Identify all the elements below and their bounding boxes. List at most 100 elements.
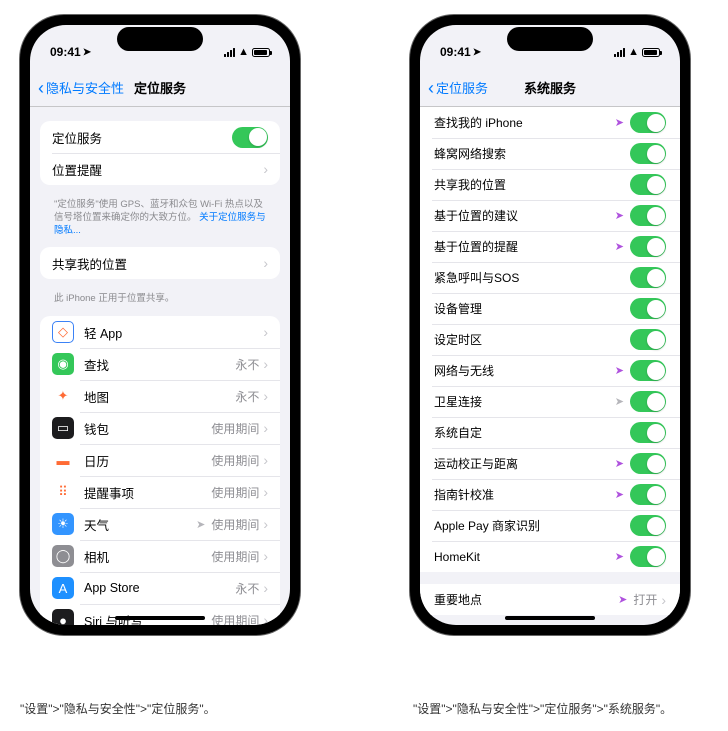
row-label: 设定时区 xyxy=(434,331,630,348)
row-label: 紧急呼叫与SOS xyxy=(434,269,630,286)
chevron-right-icon: › xyxy=(263,324,268,340)
row-label: HomeKit xyxy=(434,550,615,564)
home-indicator[interactable] xyxy=(505,616,595,620)
row-system-service[interactable]: 设定时区 xyxy=(420,324,680,355)
row-system-service[interactable]: 基于位置的建议➤ xyxy=(420,200,680,231)
location-arrow-icon: ➤ xyxy=(196,518,205,531)
row-system-service[interactable]: 查找我的 iPhone➤ xyxy=(420,107,680,138)
row-label: 基于位置的提醒 xyxy=(434,238,615,255)
location-arrow-icon: ➤ xyxy=(618,593,627,606)
chevron-right-icon: › xyxy=(263,388,268,404)
row-system-service[interactable]: 共享我的位置 xyxy=(420,169,680,200)
row-share-location[interactable]: 共享我的位置 › xyxy=(40,247,280,279)
row-system-service[interactable]: 蜂窝网络搜索 xyxy=(420,138,680,169)
cellular-icon xyxy=(224,48,235,57)
toggle-switch[interactable] xyxy=(630,143,666,164)
toggle-switch[interactable] xyxy=(630,205,666,226)
app-icon: ☀ xyxy=(52,513,74,535)
row-app[interactable]: ◯相机使用期间› xyxy=(40,540,280,572)
row-system-service[interactable]: 网络与无线➤ xyxy=(420,355,680,386)
row-system-service[interactable]: 紧急呼叫与SOS xyxy=(420,262,680,293)
row-label: 提醒事项 xyxy=(84,483,211,502)
toggle-switch[interactable] xyxy=(630,236,666,257)
row-system-service[interactable]: 卫星连接➤ xyxy=(420,386,680,417)
status-time: 09:41 xyxy=(50,45,81,59)
row-location-services[interactable]: 定位服务 xyxy=(40,121,280,153)
row-value: 打开 xyxy=(633,591,657,608)
row-label: 天气 xyxy=(84,515,196,534)
row-value: 永不 xyxy=(235,580,259,597)
row-label: 设备管理 xyxy=(434,300,630,317)
app-icon: ◯ xyxy=(52,545,74,567)
row-app[interactable]: ▭钱包使用期间› xyxy=(40,412,280,444)
toggle-switch[interactable] xyxy=(630,298,666,319)
row-value: 永不 xyxy=(235,388,259,405)
row-label: 系统自定 xyxy=(434,424,630,441)
row-label: App Store xyxy=(84,581,235,595)
row-label: Apple Pay 商家识别 xyxy=(434,517,630,534)
battery-icon xyxy=(252,48,270,57)
location-arrow-icon: ➤ xyxy=(615,457,624,470)
chevron-right-icon: › xyxy=(263,452,268,468)
location-arrow-icon: ➤ xyxy=(615,116,624,129)
row-app[interactable]: ☀天气➤使用期间› xyxy=(40,508,280,540)
row-app[interactable]: ◇轻 App› xyxy=(40,316,280,348)
toggle-switch[interactable] xyxy=(630,515,666,536)
toggle-switch[interactable] xyxy=(630,546,666,567)
toggle-switch[interactable] xyxy=(630,391,666,412)
toggle-location-services[interactable] xyxy=(232,127,268,148)
phone-left: 09:41 ➤ ▲ ‹ 隐私与安全性 定位服务 定 xyxy=(20,15,300,635)
row-label: 基于位置的建议 xyxy=(434,207,615,224)
row-app[interactable]: AApp Store永不› xyxy=(40,572,280,604)
toggle-switch[interactable] xyxy=(630,360,666,381)
chevron-left-icon: ‹ xyxy=(428,79,434,97)
toggle-switch[interactable] xyxy=(630,174,666,195)
row-app[interactable]: ●Siri 与听写使用期间› xyxy=(40,604,280,625)
location-arrow-icon: ➤ xyxy=(615,240,624,253)
row-label: 共享我的位置 xyxy=(434,176,630,193)
caption-right: "设置">"隐私与安全性">"定位服务">"系统服务"。 xyxy=(413,700,672,717)
wifi-icon: ▲ xyxy=(238,46,249,58)
toggle-switch[interactable] xyxy=(630,329,666,350)
row-app[interactable]: ✦地图永不› xyxy=(40,380,280,412)
app-icon: ● xyxy=(52,609,74,625)
row-label: 定位服务 xyxy=(52,128,232,147)
toggle-switch[interactable] xyxy=(630,267,666,288)
app-icon: ◇ xyxy=(52,321,74,343)
footnote-share: 此 iPhone 正用于位置共享。 xyxy=(40,289,280,316)
chevron-right-icon: › xyxy=(263,420,268,436)
row-system-service[interactable]: 设备管理 xyxy=(420,293,680,324)
wifi-icon: ▲ xyxy=(628,46,639,58)
row-label: 日历 xyxy=(84,451,211,470)
home-indicator[interactable] xyxy=(115,616,205,620)
row-system-service[interactable]: Apple Pay 商家识别 xyxy=(420,510,680,541)
row-app[interactable]: ▬日历使用期间› xyxy=(40,444,280,476)
row-value: 永不 xyxy=(235,356,259,373)
row-label: 指南针校准 xyxy=(434,486,615,503)
row-location-alerts[interactable]: 位置提醒 › xyxy=(40,153,280,185)
back-button[interactable]: ‹ 隐私与安全性 xyxy=(38,78,124,97)
row-label: 位置提醒 xyxy=(52,160,263,179)
back-button[interactable]: ‹ 定位服务 xyxy=(428,78,488,97)
row-significant-locations[interactable]: 重要地点 ➤ 打开 › xyxy=(420,584,680,615)
location-arrow-icon: ➤ xyxy=(615,550,624,563)
row-app[interactable]: ◉查找永不› xyxy=(40,348,280,380)
toggle-switch[interactable] xyxy=(630,453,666,474)
row-system-service[interactable]: 系统自定 xyxy=(420,417,680,448)
app-icon: ▬ xyxy=(52,449,74,471)
row-app[interactable]: ⠿提醒事项使用期间› xyxy=(40,476,280,508)
row-system-service[interactable]: 运动校正与距离➤ xyxy=(420,448,680,479)
cellular-icon xyxy=(614,48,625,57)
app-icon: ⠿ xyxy=(52,481,74,503)
back-label: 定位服务 xyxy=(436,78,488,97)
chevron-right-icon: › xyxy=(263,580,268,596)
app-icon: ◉ xyxy=(52,353,74,375)
row-system-service[interactable]: 基于位置的提醒➤ xyxy=(420,231,680,262)
caption-left: "设置">"隐私与安全性">"定位服务"。 xyxy=(20,700,216,717)
toggle-switch[interactable] xyxy=(630,422,666,443)
row-system-service[interactable]: HomeKit➤ xyxy=(420,541,680,572)
toggle-switch[interactable] xyxy=(630,484,666,505)
toggle-switch[interactable] xyxy=(630,112,666,133)
row-system-service[interactable]: 指南针校准➤ xyxy=(420,479,680,510)
chevron-right-icon: › xyxy=(263,484,268,500)
